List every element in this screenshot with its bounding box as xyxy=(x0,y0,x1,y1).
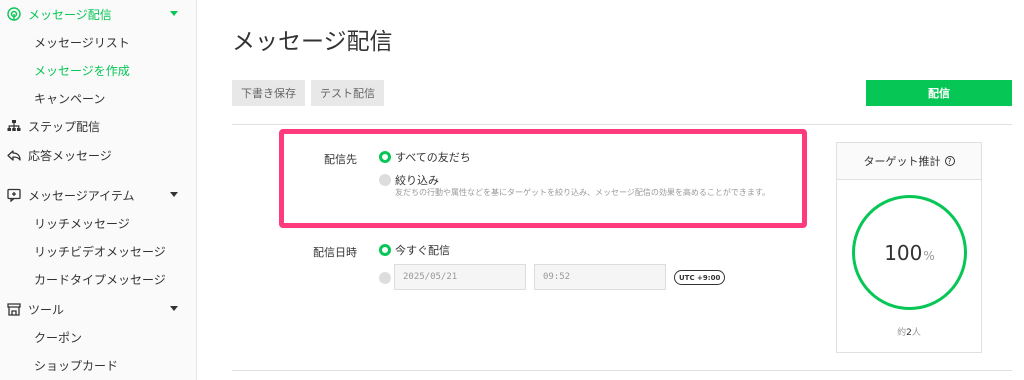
target-percent: 100% xyxy=(884,241,935,265)
chevron-down-icon[interactable] xyxy=(170,306,178,311)
send-now-label[interactable]: 今すぐ配信 xyxy=(395,242,450,258)
sidebar-item-label: リッチビデオメッセージ xyxy=(34,244,166,259)
sidebar-item-1[interactable]: メッセージリスト xyxy=(0,28,196,56)
sidebar-item-label: キャンペーン xyxy=(34,91,106,106)
save-draft-button[interactable]: 下書き保存 xyxy=(232,80,305,106)
send-button[interactable]: 配信 xyxy=(866,80,1012,106)
sidebar-item-12[interactable]: ショップカード xyxy=(0,351,196,379)
sidebar-item-5[interactable]: 応答メッセージ xyxy=(0,141,196,169)
broadcast-icon xyxy=(6,6,22,22)
sidebar-item-label: リッチメッセージ xyxy=(34,216,130,231)
sidebar-item-label: ステップ配信 xyxy=(28,119,101,134)
sidebar-item-label: カードタイプメッセージ xyxy=(34,272,166,287)
filter-description: 友だちの行動や属性などを基にターゲットを絞り込み、メッセージ配信の効果を高めるこ… xyxy=(395,188,771,197)
sidebar-item-label: メッセージ配信 xyxy=(28,7,112,22)
sidebar-item-7[interactable]: リッチメッセージ xyxy=(0,209,196,237)
recipients-label: 配信先 xyxy=(324,153,357,166)
date-field[interactable]: 2025/05/21 xyxy=(394,264,526,290)
sidebar-item-3[interactable]: キャンペーン xyxy=(0,84,196,112)
target-count: 約2人 xyxy=(837,325,981,338)
sidebar-item-label: メッセージアイテム xyxy=(28,188,135,203)
reply-icon xyxy=(6,147,22,163)
hierarchy-icon xyxy=(6,118,22,134)
target-percent-unit: % xyxy=(923,248,935,263)
target-ring: 100% xyxy=(852,195,967,310)
chevron-down-icon[interactable] xyxy=(170,11,178,16)
help-icon[interactable]: ? xyxy=(944,156,955,166)
filter-label[interactable]: 絞り込み xyxy=(395,172,439,188)
highlight-box xyxy=(279,129,807,228)
sidebar-item-4[interactable]: ステップ配信 xyxy=(0,112,196,140)
radio-filter[interactable] xyxy=(379,174,391,186)
target-estimate-header: ターゲット推計 ? xyxy=(837,143,981,180)
sidebar-item-8[interactable]: リッチビデオメッセージ xyxy=(0,237,196,265)
all-friends-label[interactable]: すべての友だち xyxy=(395,149,471,165)
sidebar-item-label: メッセージを作成 xyxy=(34,63,130,78)
sidebar-item-label: 応答メッセージ xyxy=(28,148,112,163)
divider-bottom xyxy=(232,370,1012,371)
store-icon xyxy=(6,301,22,317)
timezone-badge: UTC +9:00 xyxy=(674,270,726,285)
count-prefix: 約 xyxy=(897,328,907,338)
message-add-icon xyxy=(6,187,22,203)
sidebar-item-2[interactable]: メッセージを作成 xyxy=(0,56,196,84)
radio-scheduled[interactable] xyxy=(379,272,391,284)
sidebar-item-11[interactable]: クーポン xyxy=(0,323,196,351)
sidebar: メッセージ配信メッセージリスト メッセージを作成 キャンペーンステップ配信 応答メッセ… xyxy=(0,0,197,380)
sidebar-item-0[interactable]: メッセージ配信 xyxy=(0,0,196,28)
sidebar-item-label: メッセージリスト xyxy=(34,35,130,50)
page-title: メッセージ配信 xyxy=(232,29,393,55)
sidebar-item-label: ツール xyxy=(28,302,65,317)
count-unit: 人 xyxy=(911,328,921,338)
sidebar-item-10[interactable]: ツール xyxy=(0,295,196,323)
test-send-button[interactable]: テスト配信 xyxy=(311,80,384,106)
radio-send-now[interactable] xyxy=(379,244,391,256)
sidebar-item-label: ショップカード xyxy=(34,358,119,373)
chevron-down-icon[interactable] xyxy=(170,192,178,197)
target-estimate-title: ターゲット推計 xyxy=(863,155,941,168)
sidebar-item-6[interactable]: メッセージアイテム xyxy=(0,181,196,209)
radio-all-friends[interactable] xyxy=(379,151,391,163)
sidebar-item-9[interactable]: カードタイプメッセージ xyxy=(0,265,196,293)
target-percent-value: 100 xyxy=(884,240,923,265)
target-estimate-card: ターゲット推計 ? 100% 約2人 xyxy=(836,142,982,353)
sidebar-item-label: クーポン xyxy=(34,330,83,345)
time-field[interactable]: 09:52 xyxy=(534,264,666,290)
schedule-label: 配信日時 xyxy=(313,246,357,259)
divider xyxy=(232,124,1012,125)
